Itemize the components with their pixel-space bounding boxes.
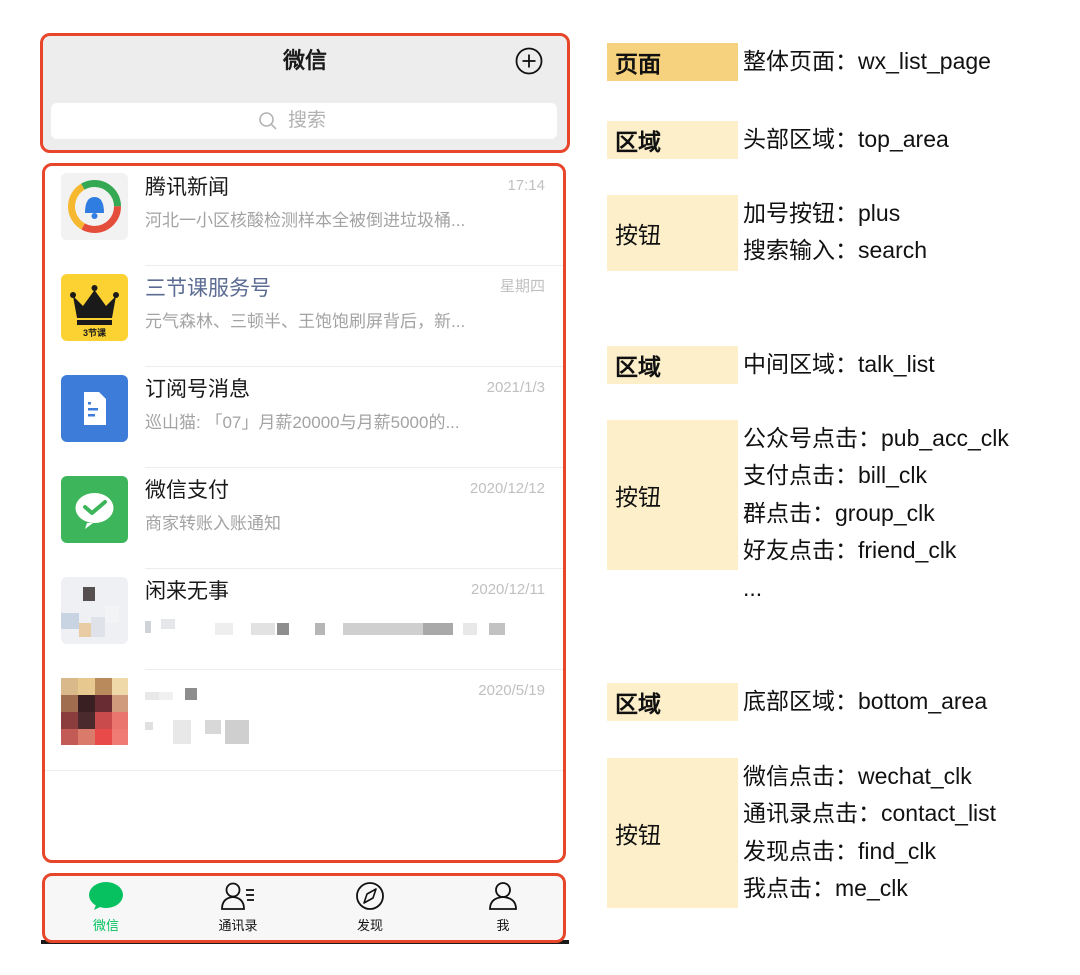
plus-circle-icon [515,47,543,75]
talk-time: 2020/12/12 [469,480,545,497]
chat-bubble-icon [89,882,123,910]
talk-item-tencent-news[interactable]: 腾讯新闻 17:14 河北一小区核酸检测样本全被倒进垃圾桶... [45,165,563,266]
bottom-area: 微信 通讯录 发现 我 [45,875,563,941]
top-area: 微信 [41,33,569,151]
talk-time: 星期四 [499,278,545,295]
talk-message: 元气森林、三顿半、王饱饱刷屏背后，新... [145,312,466,331]
talk-item-group[interactable]: 2020/5/19 [45,670,563,771]
tab-discover[interactable]: 发现 [330,881,410,939]
talk-message: 巡山猫: 「07」月薪20000与月薪5000的... [145,413,460,432]
annotation-tag: 区域 [607,346,738,384]
tab-label: 通讯录 [218,918,258,933]
pay-check-icon [75,493,114,529]
annotation-tag: 按钮 [607,420,738,570]
avatar-wechat-pay [61,476,128,543]
annotation-line: 通讯录点击：contact_list [743,800,997,826]
tab-label: 发现 [356,918,383,933]
plus-button[interactable] [515,47,543,75]
tab-contacts[interactable]: 通讯录 [198,881,278,939]
talk-message: 商家转账入账通知 [145,514,281,533]
search-icon [259,112,277,130]
talk-name: 三节课服务号 [145,277,271,300]
annotation-tag: 区域 [607,683,738,721]
tab-label: 微信 [92,918,119,933]
home-indicator [41,940,569,944]
talk-time: 2020/5/19 [478,682,545,699]
avatar-logo-text: 3节课 [83,327,107,338]
talk-time: 17:14 [507,177,545,194]
annotation-text: 底部区域：bottom_area [743,688,988,714]
talk-list: 腾讯新闻 17:14 河北一小区核酸检测样本全被倒进垃圾桶... 3节课 三节课… [45,165,563,861]
annotation-line: 支付点击：bill_clk [743,462,928,488]
tab-label: 我 [496,918,510,933]
blurred-message [145,718,265,746]
talk-time: 2020/12/11 [471,581,545,598]
talk-name: 微信支付 [145,479,229,502]
annotation-tag: 页面 [607,43,738,81]
annotation-line: 搜索输入：search [743,237,928,263]
annotation-text: 头部区域：top_area [743,126,949,152]
annotation-line: 我点击：me_clk [743,875,908,901]
compass-icon [356,882,384,910]
annotation-text: 整体页面：wx_list_page [743,48,991,74]
avatar-group-blurred [61,678,128,745]
avatar-tencent-news [61,173,128,240]
page-title: 微信 [282,48,327,73]
talk-name: 闲来无事 [145,580,229,603]
talk-time: 2021/1/3 [486,379,545,396]
talk-item-friend[interactable]: 闲来无事 2020/12/11 [45,569,563,670]
search-bar[interactable] [51,103,557,139]
annotation-line: ... [743,575,763,601]
talk-item-wechat-pay[interactable]: 微信支付 2020/12/12 商家转账入账通知 [45,468,563,569]
annotation-tag: 按钮 [607,195,738,271]
talk-name: 订阅号消息 [145,378,250,401]
tab-me[interactable]: 我 [463,881,543,939]
annotation-line: 微信点击：wechat_clk [743,763,972,789]
annotation-line: 加号按钮：plus [743,200,901,226]
talk-name: 腾讯新闻 [145,176,229,199]
annotation-line: 群点击：group_clk [743,500,935,526]
avatar-sanjieke: 3节课 [61,274,128,341]
document-icon [84,392,106,425]
annotation-line: 公众号点击：pub_acc_clk [743,425,1009,451]
search-input[interactable] [286,109,350,133]
annotation-tag: 按钮 [607,758,738,908]
person-icon [489,882,517,910]
avatar-subscriptions [61,375,128,442]
tab-wechat[interactable]: 微信 [66,881,146,939]
talk-item-subscriptions[interactable]: 订阅号消息 2021/1/3 巡山猫: 「07」月薪20000与月薪5000的.… [45,367,563,468]
avatar-friend-blurred [61,577,128,644]
blurred-message [145,619,545,637]
wx-list-page: 微信 搜索 腾讯新闻 17:14 河北一小区核酸检测样本全被倒进垃圾桶... 3… [40,33,570,945]
annotation-tag: 区域 [607,121,738,159]
talk-item-sanjieke[interactable]: 3节课 三节课服务号 星期四 元气森林、三顿半、王饱饱刷屏背后，新... [45,266,563,367]
annotation-line: 好友点击：friend_clk [743,537,957,563]
blurred-name [145,688,205,702]
annotation-text: 中间区域：talk_list [743,351,935,377]
talk-message: 河北一小区核酸检测样本全被倒进垃圾桶... [145,211,466,230]
contacts-icon [221,882,254,910]
divider [45,770,563,771]
annotation-line: 发现点击：find_clk [743,838,936,864]
